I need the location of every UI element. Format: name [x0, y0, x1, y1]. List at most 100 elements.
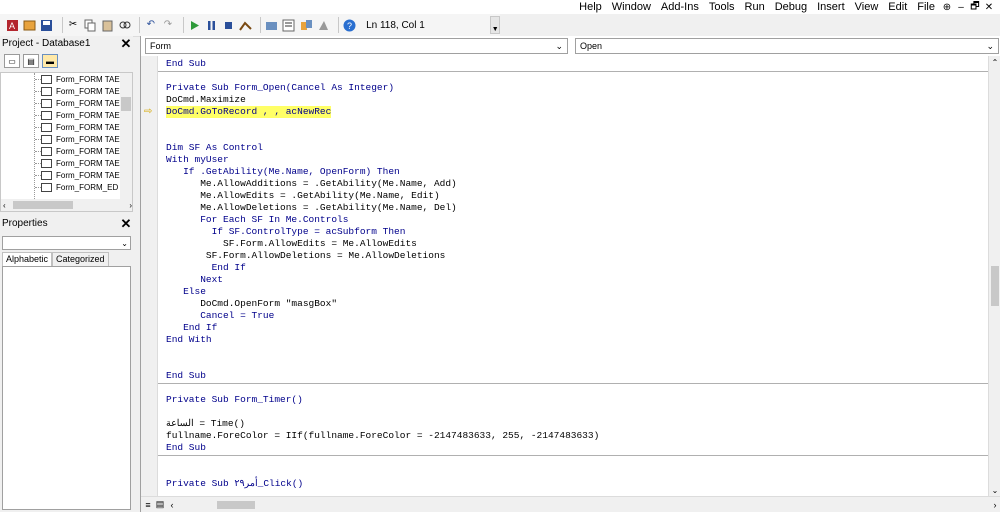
design-mode-icon[interactable] — [239, 18, 252, 32]
tab-alphabetic[interactable]: Alphabetic — [2, 252, 53, 266]
menu-debug[interactable]: Debug — [770, 1, 812, 14]
code-line[interactable]: Me.AllowDeletions = .GetAbility(Me.Name,… — [166, 202, 457, 214]
code-line[interactable]: If SF.ControlType = acSubform Then — [166, 226, 406, 238]
code-line[interactable]: الساعة = Time() — [166, 418, 245, 430]
scroll-right-icon[interactable]: › — [129, 201, 132, 210]
procedure-select[interactable]: Open ⌄ — [575, 38, 999, 54]
tree-node[interactable]: Form_FORM TAE — [41, 97, 120, 109]
menu-file[interactable]: File — [912, 1, 940, 14]
close-button[interactable]: ✕ — [982, 2, 996, 13]
code-line[interactable]: Dim SF As Control — [166, 142, 263, 154]
code-line[interactable]: Private Sub Form_Open(Cancel As Integer) — [166, 82, 394, 94]
tab-categorized[interactable]: Categorized — [52, 252, 109, 266]
code-editor[interactable]: End Sub Private Sub Form_Open(Cancel As I… — [158, 56, 989, 496]
properties-object-select[interactable]: ⌄ — [2, 236, 131, 250]
menu-window[interactable]: Window — [607, 1, 656, 14]
toolbox-icon[interactable] — [317, 18, 330, 32]
code-line[interactable]: Private Sub Form_Timer() — [166, 394, 303, 406]
redo-icon[interactable]: ↷ — [161, 18, 174, 32]
code-line[interactable]: DoCmd.OpenForm "masgBox" — [166, 298, 337, 310]
code-line[interactable]: End Sub — [166, 58, 206, 70]
toolbar-grip[interactable]: ▼ — [490, 16, 500, 34]
help-icon[interactable]: ? — [343, 18, 356, 32]
menu-help[interactable]: Help — [574, 1, 607, 14]
tree-node[interactable]: Form_FORM TAE — [41, 133, 120, 145]
minimize-button[interactable]: – — [954, 2, 968, 13]
code-vertical-scrollbar[interactable]: ⌃ ⌄ — [988, 56, 1000, 496]
scroll-up-icon[interactable]: ⌃ — [989, 56, 1000, 68]
tree-node[interactable]: Form_FORM TAE — [41, 73, 120, 85]
object-select[interactable]: Form ⌄ — [145, 38, 568, 54]
code-line[interactable]: Me.AllowAdditions = .GetAbility(Me.Name,… — [166, 178, 457, 190]
tree-node[interactable]: Form_FORM TAE — [41, 85, 120, 97]
view-code-button[interactable]: ▭ — [4, 54, 20, 68]
menu-view[interactable]: View — [850, 1, 884, 14]
toggle-folders-button[interactable]: ▬ — [42, 54, 58, 68]
paste-icon[interactable] — [101, 18, 114, 32]
view-object-button[interactable]: ▤ — [23, 54, 39, 68]
full-module-view-icon[interactable]: ▤ — [155, 499, 165, 511]
code-horizontal-scrollbar[interactable] — [181, 499, 985, 511]
properties-icon[interactable] — [282, 18, 295, 32]
scroll-left-icon[interactable]: ‹ — [167, 499, 177, 511]
project-close-icon[interactable]: ✕ — [119, 36, 133, 52]
menu-add-ins[interactable]: Add-Ins — [656, 1, 704, 14]
menu-tools[interactable]: Tools — [704, 1, 740, 14]
project-explorer-icon[interactable] — [265, 18, 278, 32]
object-browser-icon[interactable] — [300, 18, 313, 32]
break-icon[interactable] — [205, 18, 218, 32]
scroll-left-icon[interactable]: ‹ — [3, 201, 6, 210]
copy-icon[interactable] — [84, 18, 97, 32]
tree-scroll-thumb[interactable] — [121, 97, 131, 111]
code-line[interactable]: Cancel = True — [166, 310, 274, 322]
tree-node[interactable]: Form_FORM TAE — [41, 109, 120, 121]
form-icon — [41, 134, 52, 144]
scroll-down-icon[interactable]: ⌄ — [989, 484, 1000, 496]
code-line[interactable]: Else — [166, 286, 206, 298]
reset-icon[interactable] — [222, 18, 235, 32]
code-line[interactable]: Me.AllowEdits = .GetAbility(Me.Name, Edi… — [166, 190, 439, 202]
code-line[interactable]: End If — [166, 262, 246, 274]
code-line[interactable]: Next — [166, 274, 223, 286]
code-line[interactable]: With myUser — [166, 154, 229, 166]
tree-node[interactable]: Form_FORM TAE — [41, 121, 120, 133]
find-icon[interactable] — [118, 18, 131, 32]
tree-node[interactable]: Form_FORM TAE — [41, 145, 120, 157]
insert-module-icon[interactable] — [23, 18, 36, 32]
menu-edit[interactable]: Edit — [883, 1, 912, 14]
save-icon[interactable] — [40, 18, 53, 32]
code-line[interactable]: Private Sub أمر٢٩_Click() — [166, 478, 303, 490]
menu-insert[interactable]: Insert — [812, 1, 850, 14]
tree-hscroll-thumb[interactable] — [13, 201, 73, 209]
code-line[interactable]: SF.Form.AllowEdits = Me.AllowEdits — [166, 238, 417, 250]
access-icon[interactable]: A — [6, 18, 19, 32]
code-line[interactable]: For Each SF In Me.Controls — [166, 214, 348, 226]
tree-node[interactable]: Form_FORM TAE — [41, 157, 120, 169]
properties-close-icon[interactable]: ✕ — [119, 216, 133, 232]
tree-node[interactable]: Form_FORM_ED — [41, 181, 118, 193]
run-icon[interactable] — [188, 18, 201, 32]
code-line[interactable]: End Sub — [166, 370, 206, 382]
tree-vertical-scrollbar[interactable] — [120, 73, 132, 201]
properties-tabs: Alphabetic Categorized — [2, 252, 131, 266]
vba-icon[interactable]: ⊕ — [940, 2, 954, 13]
cut-icon[interactable]: ✂ — [67, 18, 80, 32]
scroll-right-icon[interactable]: › — [989, 500, 1000, 510]
code-line[interactable]: End With — [166, 334, 212, 346]
code-line[interactable]: DoCmd.GoToRecord , , acNewRec — [166, 106, 332, 118]
margin-indicator-bar[interactable]: ⇨ — [141, 56, 158, 496]
procedure-view-icon[interactable]: ≡ — [143, 499, 153, 511]
code-line[interactable]: SF.Form.AllowDeletions = Me.AllowDeletio… — [166, 250, 445, 262]
undo-icon[interactable]: ↶ — [144, 18, 157, 32]
code-line[interactable]: If .GetAbility(Me.Name, OpenForm) Then — [166, 166, 400, 178]
tree-node[interactable]: Form_FORM TAE — [41, 169, 120, 181]
code-line[interactable]: End Sub — [166, 442, 206, 454]
code-hscroll-thumb[interactable] — [217, 500, 255, 509]
code-line[interactable]: fullname.ForeColor = IIf(fullname.ForeCo… — [166, 430, 599, 442]
restore-button[interactable]: 🗗 — [968, 0, 982, 16]
code-line[interactable]: End If — [166, 322, 217, 334]
toolbar-separator — [337, 17, 339, 33]
code-line[interactable]: DoCmd.Maximize — [166, 94, 246, 106]
menu-run[interactable]: Run — [740, 1, 770, 14]
code-scroll-thumb[interactable] — [991, 266, 999, 306]
